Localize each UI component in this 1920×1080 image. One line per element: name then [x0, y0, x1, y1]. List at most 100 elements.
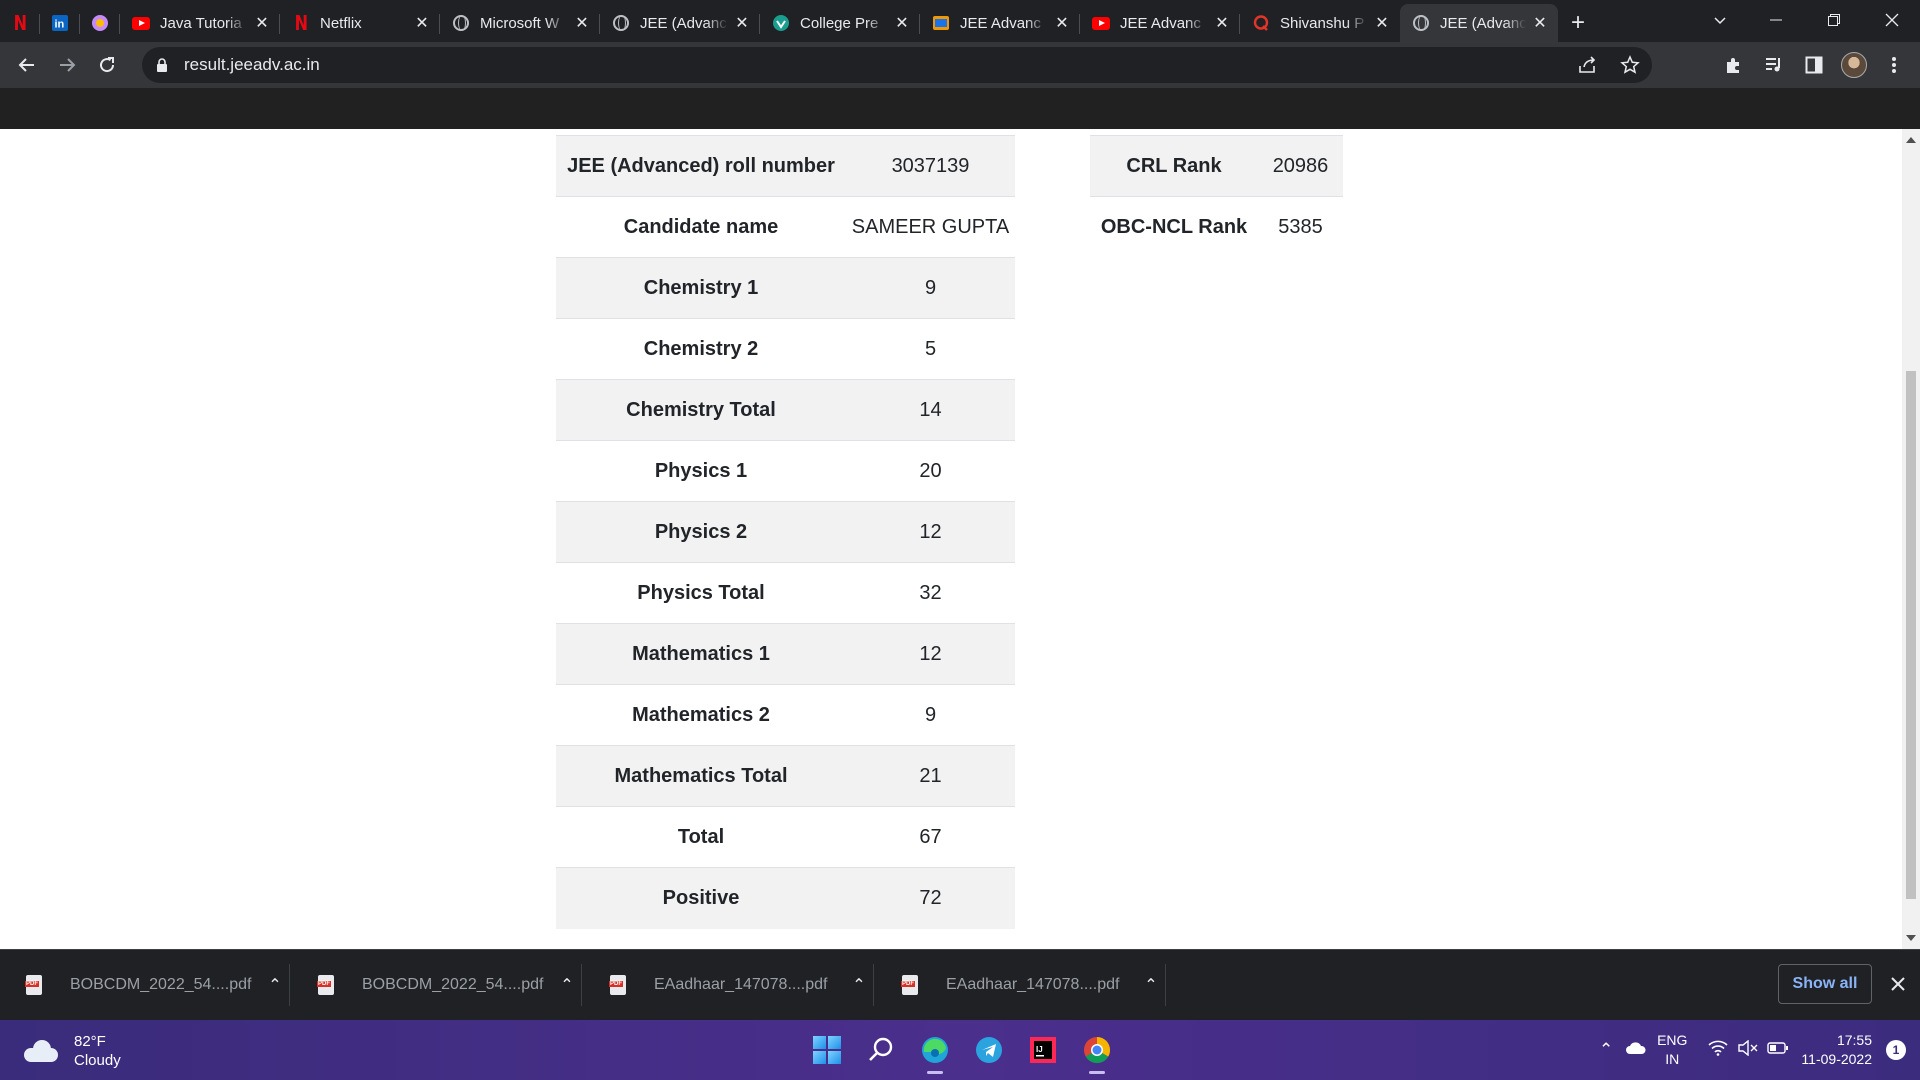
minimize-button[interactable]	[1748, 0, 1804, 40]
share-icon[interactable]	[1578, 56, 1598, 74]
lock-icon	[156, 57, 170, 73]
restore-button[interactable]	[1806, 0, 1862, 40]
taskbar-intellij[interactable]: IJ	[1016, 1024, 1070, 1076]
row-label: Mathematics 1	[556, 623, 846, 685]
tab-close-icon[interactable]: ✕	[1532, 15, 1548, 32]
onedrive-cloud-icon[interactable]	[1621, 1040, 1651, 1060]
tab-strip: N in Java Tutoria ✕ N Netflix ✕ Microsof…	[0, 0, 1920, 42]
notification-badge[interactable]: 1	[1886, 1040, 1906, 1060]
tab-quora[interactable]: Shivanshu P ✕	[1240, 4, 1400, 42]
close-window-button[interactable]	[1864, 0, 1920, 40]
table-row: Candidate name SAMEER GUPTA	[556, 196, 1015, 258]
tab-pinned-linkedin[interactable]: in	[40, 4, 80, 42]
tab-close-icon[interactable]: ✕	[894, 15, 910, 32]
wifi-icon[interactable]	[1703, 1040, 1733, 1061]
reload-button[interactable]	[87, 45, 127, 85]
tab-title: JEE Advanc	[960, 14, 1041, 32]
table-row: Physics 1 20	[556, 440, 1015, 502]
row-label: Total	[556, 806, 846, 868]
row-value: 20	[846, 440, 1015, 502]
row-label: Physics Total	[556, 562, 846, 624]
volume-muted-icon[interactable]	[1733, 1039, 1763, 1061]
row-value: 20986	[1258, 135, 1343, 197]
tab-java-tutorial[interactable]: Java Tutoria ✕	[120, 4, 280, 42]
tab-microsoft[interactable]: Microsoft W ✕	[440, 4, 600, 42]
scroll-up-icon[interactable]	[1906, 137, 1916, 143]
row-value: 9	[846, 257, 1015, 319]
address-bar[interactable]: result.jeeadv.ac.in	[142, 47, 1652, 83]
tab-close-icon[interactable]: ✕	[734, 15, 750, 32]
tab-jee-advanced-youtube[interactable]: JEE Advanc ✕	[1080, 4, 1240, 42]
clock[interactable]: 17:55 11-09-2022	[1801, 1031, 1872, 1069]
chevron-up-icon[interactable]: ⌃	[260, 975, 290, 995]
download-item[interactable]: BOBCDM_2022_54....pdf ⌃	[0, 950, 290, 1020]
close-download-shelf-button[interactable]	[1882, 968, 1914, 1000]
tab-title: Java Tutoria	[160, 14, 242, 32]
tab-close-icon[interactable]: ✕	[1374, 15, 1390, 32]
battery-icon[interactable]	[1763, 1040, 1793, 1060]
table-row: Mathematics 2 9	[556, 684, 1015, 746]
search-button[interactable]	[854, 1024, 908, 1076]
url-text: result.jeeadv.ac.in	[184, 55, 320, 74]
tab-close-icon[interactable]: ✕	[574, 15, 590, 32]
side-panel-icon	[1805, 56, 1823, 74]
language-code: ENG	[1657, 1032, 1688, 1048]
media-controls-button[interactable]	[1754, 45, 1794, 85]
tab-jee-advanced-1[interactable]: JEE (Advanc ✕	[600, 4, 760, 42]
taskbar-edge[interactable]	[908, 1024, 962, 1076]
table-row: Total 67	[556, 806, 1015, 868]
download-item[interactable]: EAadhaar_147078....pdf ⌃	[584, 950, 874, 1020]
tab-pinned-app[interactable]	[80, 4, 120, 42]
tab-pinned-netflix[interactable]: N	[0, 4, 40, 42]
new-tab-button[interactable]: +	[1558, 4, 1598, 42]
tab-title: Microsoft W	[480, 14, 560, 32]
more-vertical-icon	[1892, 57, 1896, 73]
tab-close-icon[interactable]: ✕	[414, 15, 430, 32]
tab-close-icon[interactable]: ✕	[254, 15, 270, 32]
page-scrollbar[interactable]	[1902, 129, 1920, 949]
download-item[interactable]: EAadhaar_147078....pdf ⌃	[876, 950, 1166, 1020]
table-row: Chemistry 2 5	[556, 318, 1015, 380]
start-button[interactable]	[800, 1024, 854, 1076]
tab-search-button[interactable]	[1692, 0, 1748, 40]
download-shelf: BOBCDM_2022_54....pdf ⌃ BOBCDM_2022_54..…	[0, 949, 1920, 1020]
forward-button[interactable]	[47, 45, 87, 85]
tab-close-icon[interactable]: ✕	[1054, 15, 1070, 32]
browser-toolbar: result.jeeadv.ac.in	[0, 42, 1920, 88]
side-panel-button[interactable]	[1794, 45, 1834, 85]
chevron-up-icon[interactable]: ⌃	[1136, 975, 1166, 995]
extensions-button[interactable]	[1714, 45, 1754, 85]
table-row: Mathematics Total 21	[556, 745, 1015, 807]
svg-text:in: in	[55, 19, 65, 31]
weather-widget[interactable]: 82°F Cloudy	[24, 1032, 121, 1070]
chevron-up-icon[interactable]: ⌃	[552, 975, 582, 995]
profile-button[interactable]	[1834, 45, 1874, 85]
row-value: 3037139	[846, 135, 1015, 197]
row-value: 14	[846, 379, 1015, 441]
chrome-icon	[1084, 1037, 1111, 1064]
back-button[interactable]	[7, 45, 47, 85]
chevron-down-icon	[1714, 17, 1726, 25]
chevron-up-icon[interactable]: ⌃	[844, 975, 874, 995]
download-item[interactable]: BOBCDM_2022_54....pdf ⌃	[292, 950, 582, 1020]
tab-close-icon[interactable]: ✕	[1214, 15, 1230, 32]
tab-netflix[interactable]: N Netflix ✕	[280, 4, 440, 42]
taskbar-chrome[interactable]	[1070, 1024, 1124, 1076]
bookmark-star-icon[interactable]	[1620, 55, 1640, 75]
cloud-icon	[24, 1040, 58, 1062]
scroll-down-icon[interactable]	[1906, 935, 1916, 941]
download-filename: BOBCDM_2022_54....pdf	[70, 976, 252, 993]
taskbar-telegram[interactable]	[962, 1024, 1016, 1076]
tab-college-predictor[interactable]: College Pre ✕	[760, 4, 920, 42]
tab-title: Netflix	[320, 14, 362, 32]
tab-jee-advanced-active[interactable]: JEE (Advanc ✕	[1400, 4, 1558, 42]
scrollbar-thumb[interactable]	[1906, 371, 1916, 899]
tab-jee-advanced-2[interactable]: JEE Advanc ✕	[920, 4, 1080, 42]
toolbar-right	[1714, 42, 1920, 88]
menu-button[interactable]	[1874, 45, 1914, 85]
tab-title: JEE Advanc	[1120, 14, 1201, 32]
chevron-up-icon[interactable]: ⌃	[1591, 1040, 1621, 1060]
tab-title: JEE (Advanc	[1440, 14, 1526, 32]
language-indicator[interactable]: ENG IN	[1657, 1031, 1687, 1069]
show-all-button[interactable]: Show all	[1778, 964, 1872, 1004]
